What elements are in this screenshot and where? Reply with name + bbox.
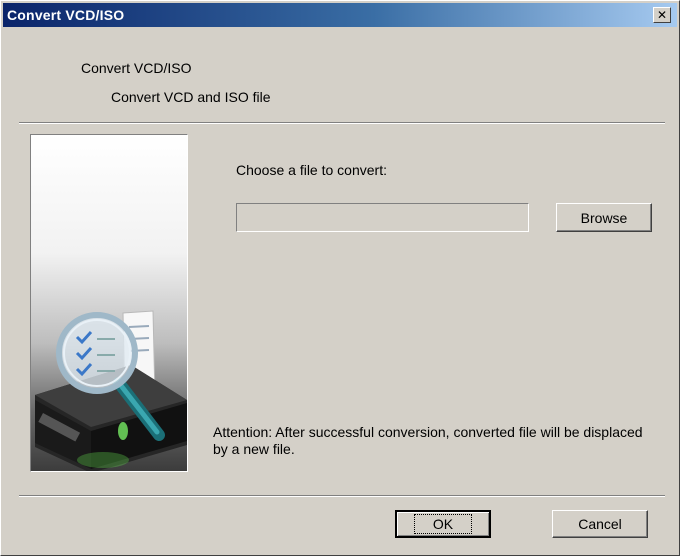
file-path-input[interactable] — [236, 203, 529, 232]
title-bar[interactable]: Convert VCD/ISO ✕ — [3, 3, 677, 27]
footer-divider — [19, 495, 665, 497]
cancel-label: Cancel — [578, 516, 622, 532]
choose-file-label: Choose a file to convert: — [236, 162, 387, 178]
attention-note: Attention: After successful conversion, … — [213, 424, 643, 457]
close-icon: ✕ — [656, 8, 668, 22]
ok-label: OK — [413, 514, 473, 534]
header-title: Convert VCD/ISO — [81, 60, 192, 76]
browse-label: Browse — [580, 209, 628, 226]
ok-button[interactable]: OK — [395, 510, 491, 538]
header-subtitle: Convert VCD and ISO file — [111, 89, 271, 105]
dialog-window: Convert VCD/ISO ✕ Convert VCD/ISO Conver… — [0, 0, 680, 556]
side-illustration — [30, 134, 188, 472]
browse-button[interactable]: Browse — [556, 203, 652, 232]
cancel-button[interactable]: Cancel — [552, 510, 648, 538]
close-button[interactable]: ✕ — [653, 7, 671, 23]
disc-drive-magnifier-icon — [35, 310, 187, 471]
header-divider — [19, 122, 665, 124]
window-title: Convert VCD/ISO — [7, 7, 125, 23]
